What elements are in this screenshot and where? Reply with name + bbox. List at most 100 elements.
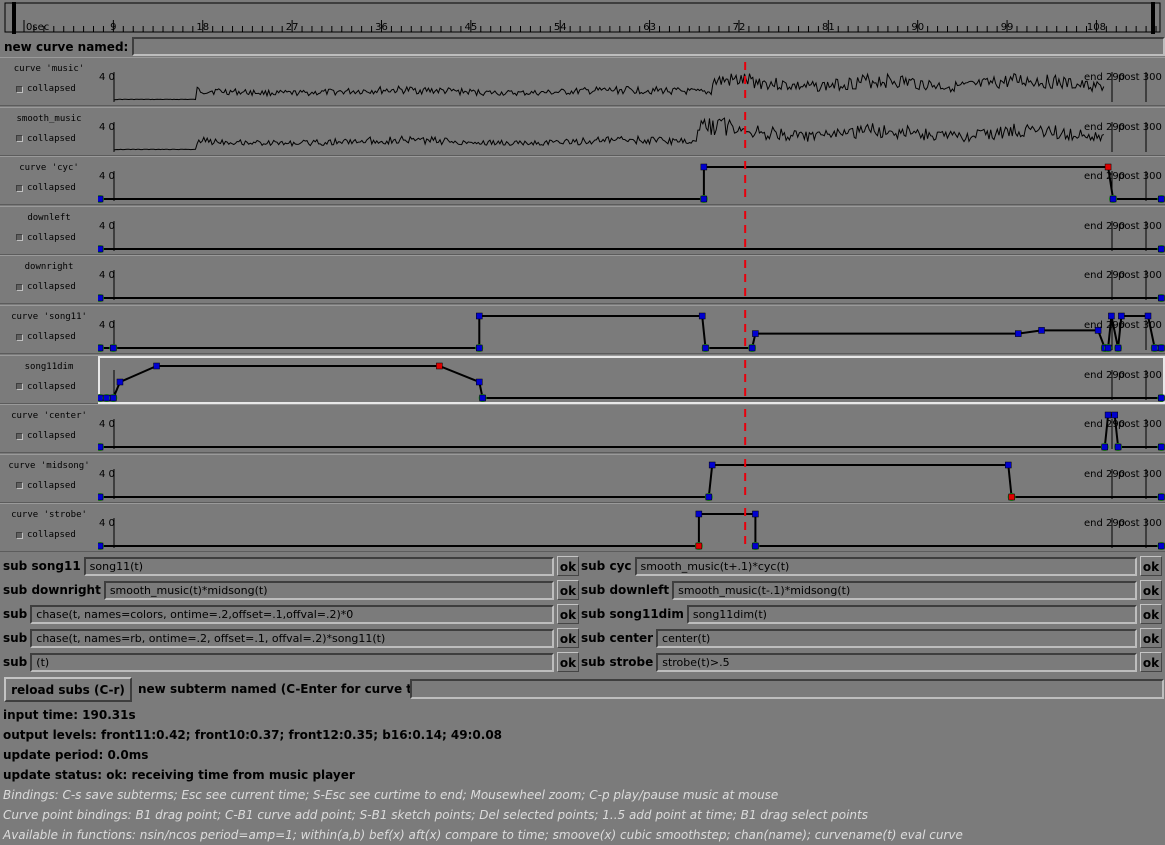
sub-expression-input[interactable]: smooth_music(t+.1)*cyc(t) — [634, 556, 1137, 576]
collapsed-checkbox[interactable] — [16, 184, 23, 192]
collapse-toggle[interactable]: collapsed — [16, 233, 76, 243]
curve-point[interactable] — [98, 195, 104, 203]
curve-point[interactable] — [752, 543, 759, 550]
curve-point[interactable] — [1008, 493, 1015, 501]
curve-canvas[interactable]: 4 0 end 290post 300 — [98, 108, 1165, 156]
collapse-toggle[interactable]: collapsed — [16, 84, 76, 94]
curve-point[interactable] — [1158, 443, 1165, 451]
curve-point[interactable] — [479, 394, 486, 401]
curve-point[interactable] — [98, 493, 104, 501]
curve-point[interactable] — [748, 344, 756, 352]
curve-plot[interactable]: 4 0 end 290 post 300 — [98, 256, 1165, 304]
sub-expression-input[interactable]: chase(t, names=colors, ontime=.2,offset=… — [30, 604, 554, 624]
curve-point[interactable] — [1158, 344, 1165, 352]
sub-ok-button[interactable]: ok — [1140, 556, 1162, 576]
collapsed-checkbox[interactable] — [16, 234, 23, 242]
curve-canvas[interactable]: 4 0 end 290post 300 — [98, 306, 1165, 354]
curve-point[interactable] — [1015, 330, 1022, 337]
curve-point[interactable] — [1118, 312, 1125, 320]
curve-point[interactable] — [708, 461, 716, 469]
timeline-ruler-canvas[interactable]: 0sec918273645546372819099108117126135144… — [0, 0, 1165, 36]
curve-point[interactable] — [695, 543, 703, 550]
curve-canvas[interactable]: 4 0 end 290post 300 — [98, 207, 1165, 255]
curve-plot[interactable]: 4 0 end 290 post 300 — [98, 108, 1165, 156]
curve-plot[interactable]: 4 0 end 290 post 300 — [98, 455, 1165, 503]
curve-point[interactable] — [1158, 493, 1165, 501]
collapse-toggle[interactable]: collapsed — [16, 134, 76, 144]
curve-point[interactable] — [98, 394, 104, 401]
curve-point[interactable] — [436, 362, 443, 369]
curve-point[interactable] — [98, 443, 104, 451]
collapse-toggle[interactable]: collapsed — [16, 183, 76, 193]
curve-point[interactable] — [1111, 411, 1118, 419]
sub-expression-input[interactable]: smooth_music(t-.1)*midsong(t) — [672, 580, 1137, 600]
curve-point[interactable] — [1158, 295, 1165, 302]
curve-point[interactable] — [476, 344, 483, 352]
curve-point[interactable] — [1104, 411, 1112, 419]
curve-canvas[interactable]: 4 0 end 290post 300 — [98, 405, 1165, 453]
collapse-toggle[interactable]: collapsed — [16, 382, 76, 392]
new-curve-input[interactable] — [132, 37, 1165, 56]
collapsed-checkbox[interactable] — [16, 283, 23, 291]
curve-point[interactable] — [752, 511, 759, 518]
collapsed-checkbox[interactable] — [16, 432, 23, 440]
sub-expression-input[interactable]: (t) — [30, 652, 554, 672]
sub-ok-button[interactable]: ok — [557, 556, 579, 576]
curve-point[interactable] — [752, 330, 759, 337]
curve-point[interactable] — [98, 245, 104, 253]
curve-point[interactable] — [1005, 461, 1012, 469]
curve-point[interactable] — [700, 163, 708, 171]
curve-point[interactable] — [98, 543, 104, 550]
collapse-toggle[interactable]: collapsed — [16, 481, 76, 491]
curve-plot[interactable]: 4 0 end 290 post 300 — [98, 306, 1165, 354]
sub-ok-button[interactable]: ok — [557, 652, 579, 672]
curve-point[interactable] — [1104, 344, 1112, 352]
curve-point[interactable] — [1114, 443, 1122, 451]
curve-point[interactable] — [705, 493, 713, 501]
curve-point[interactable] — [1158, 543, 1165, 550]
curve-point[interactable] — [476, 312, 483, 320]
collapsed-checkbox[interactable] — [16, 85, 23, 93]
curve-point[interactable] — [1104, 163, 1112, 171]
curve-canvas[interactable]: 4 0 end 290post 300 — [98, 504, 1165, 552]
curve-point[interactable] — [702, 344, 709, 352]
collapsed-checkbox[interactable] — [16, 531, 23, 539]
curve-point[interactable] — [1158, 394, 1165, 401]
reload-subs-button[interactable]: reload subs (C-r) — [4, 677, 132, 702]
curve-point[interactable] — [1144, 312, 1152, 320]
sub-expression-input[interactable]: song11dim(t) — [686, 604, 1137, 624]
sub-ok-button[interactable]: ok — [557, 628, 579, 648]
collapse-toggle[interactable]: collapsed — [16, 282, 76, 292]
curve-point[interactable] — [700, 195, 708, 203]
sub-expression-input[interactable]: chase(t, names=rb, ontime=.2, offset=.1,… — [30, 628, 554, 648]
curve-plot[interactable]: 4 0 end 290 post 300 — [98, 504, 1165, 552]
curve-plot[interactable]: 4 0 end 290 post 300 — [98, 58, 1165, 106]
sub-expression-input[interactable]: song11(t) — [83, 556, 554, 576]
collapse-toggle[interactable]: collapsed — [16, 530, 76, 540]
sub-ok-button[interactable]: ok — [557, 604, 579, 624]
curve-plot[interactable]: end 290 post 300 — [98, 355, 1165, 404]
curve-canvas[interactable]: 4 0 end 290post 300 — [98, 455, 1165, 503]
sub-ok-button[interactable]: ok — [557, 580, 579, 600]
curve-point[interactable] — [1108, 312, 1115, 320]
curve-point[interactable] — [1158, 195, 1165, 203]
curve-plot[interactable]: 4 0 end 290 post 300 — [98, 207, 1165, 255]
curve-plot[interactable]: 4 0 end 290 post 300 — [98, 157, 1165, 205]
timeline-ruler[interactable]: 0sec918273645546372819099108117126135144… — [0, 0, 1165, 36]
curve-point[interactable] — [1101, 443, 1109, 451]
sub-ok-button[interactable]: ok — [1140, 580, 1162, 600]
collapsed-checkbox[interactable] — [16, 135, 23, 143]
sub-ok-button[interactable]: ok — [1140, 604, 1162, 624]
collapse-toggle[interactable]: collapsed — [16, 431, 76, 441]
curve-canvas[interactable]: 4 0 end 290post 300 — [98, 58, 1165, 106]
sub-expression-input[interactable]: center(t) — [656, 628, 1137, 648]
curve-plot[interactable]: 4 0 end 290 post 300 — [98, 405, 1165, 453]
curve-point[interactable] — [1109, 195, 1117, 203]
collapsed-checkbox[interactable] — [16, 383, 23, 391]
curve-point[interactable] — [110, 394, 117, 401]
curve-point[interactable] — [1151, 344, 1158, 352]
curve-point[interactable] — [1158, 245, 1165, 253]
curve-point[interactable] — [153, 362, 160, 369]
curve-point[interactable] — [695, 511, 703, 518]
curve-canvas[interactable]: end 290post 300 — [98, 356, 1165, 404]
